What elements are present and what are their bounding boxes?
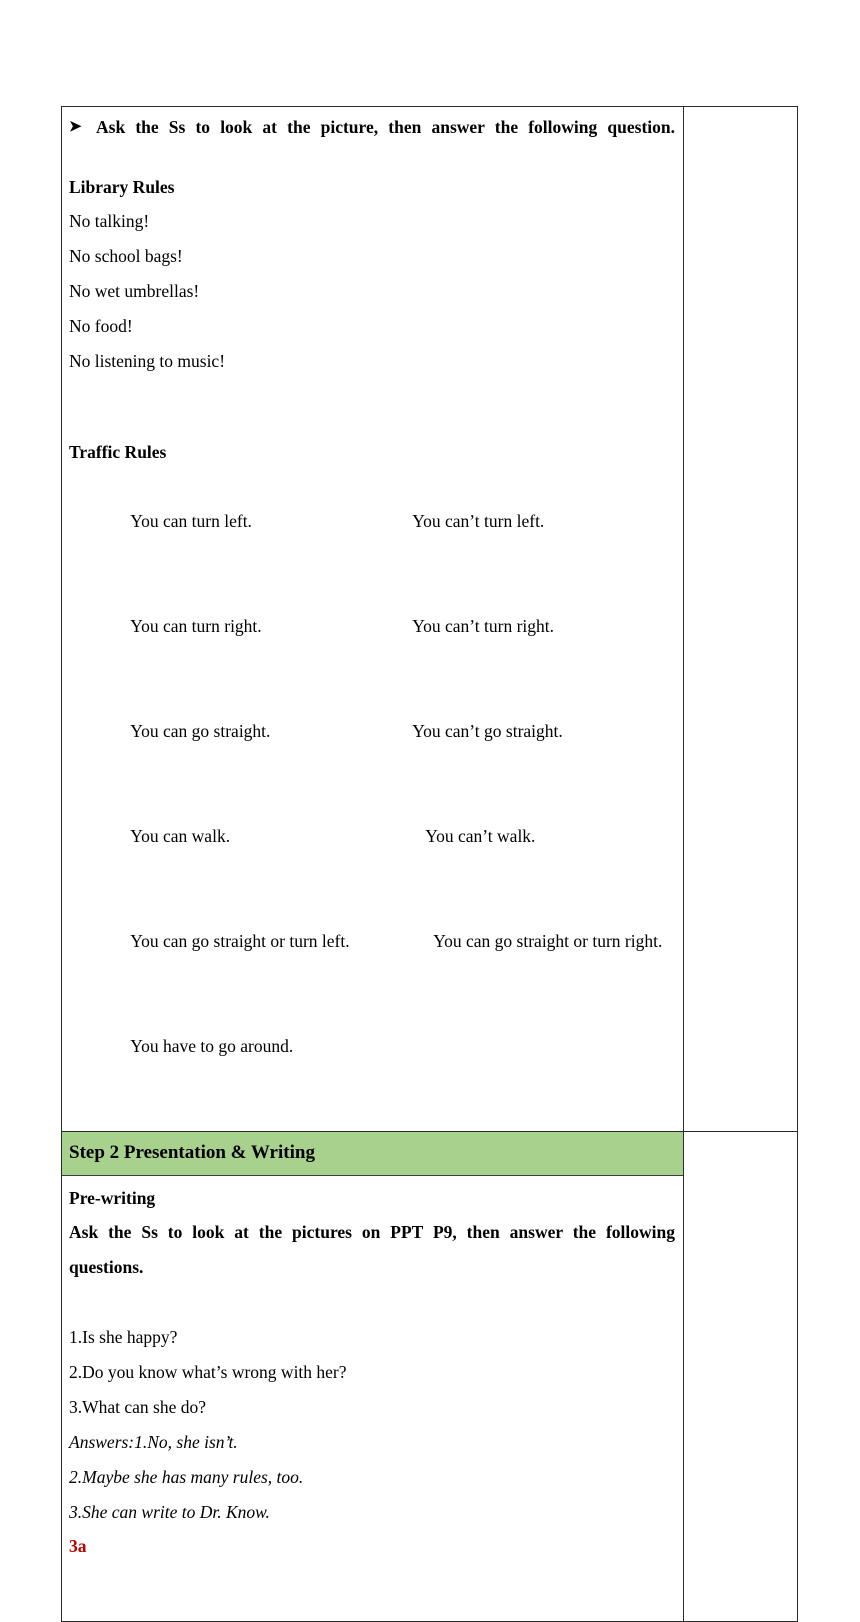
traffic-rule-row: You can go straight or turn left. You can… bbox=[69, 889, 675, 994]
traffic-rule-row: You have to go around. bbox=[69, 994, 675, 1099]
arrow-bullet-icon: ➤ bbox=[69, 119, 82, 135]
table-row-step2: Step 2 Presentation & Writing Pre-writin… bbox=[61, 1131, 798, 1622]
answer-item: 3.She can write to Dr. Know. bbox=[69, 1502, 270, 1522]
library-rule-item: No talking! bbox=[69, 211, 150, 231]
traffic-rule-row: You can turn left. You can’t turn left. bbox=[69, 469, 675, 574]
step2-cell: Step 2 Presentation & Writing Pre-writin… bbox=[61, 1131, 684, 1622]
traffic-rules-heading: Traffic Rules bbox=[69, 442, 167, 462]
answer-item: 2.Maybe she has many rules, too. bbox=[69, 1467, 304, 1487]
answer-item: Answers:1.No, she isn’t. bbox=[69, 1432, 238, 1452]
pre-writing-instruction: Ask the Ss to look at the pictures on PP… bbox=[69, 1215, 675, 1320]
notes-cell bbox=[683, 106, 798, 1132]
traffic-rule-left: You can go straight or turn left. bbox=[130, 931, 350, 951]
bullet-instruction: ➤ Ask the Ss to look at the picture, the… bbox=[69, 113, 675, 169]
traffic-rule-row: You can go straight. You can’t go straigh… bbox=[69, 679, 675, 784]
traffic-rule-left: You can go straight. bbox=[130, 721, 271, 741]
bullet-instruction-text: Ask the Ss to look at the picture, then … bbox=[96, 117, 675, 137]
table-row-activities: ➤ Ask the Ss to look at the picture, the… bbox=[61, 106, 798, 1132]
library-rule-item: No wet umbrellas! bbox=[69, 281, 200, 301]
traffic-rule-left: You can turn left. bbox=[130, 511, 252, 531]
question-item: 3.What can she do? bbox=[69, 1397, 207, 1417]
notes-cell bbox=[683, 1131, 798, 1622]
traffic-rule-right: You can’t turn right. bbox=[412, 616, 555, 636]
activities-cell: ➤ Ask the Ss to look at the picture, the… bbox=[61, 106, 684, 1132]
traffic-rule-right: You can’t walk. bbox=[425, 826, 536, 846]
traffic-rule-row: You can walk. You can’t walk. bbox=[69, 784, 675, 889]
library-rule-item: No food! bbox=[69, 316, 133, 336]
section-label-3a: 3a bbox=[69, 1536, 87, 1556]
library-rule-item: No listening to music! bbox=[69, 351, 226, 371]
pre-writing-heading: Pre-writing bbox=[69, 1188, 156, 1208]
step2-banner: Step 2 Presentation & Writing bbox=[62, 1132, 683, 1176]
traffic-rule-left: You can turn right. bbox=[130, 616, 262, 636]
traffic-rule-left: You can walk. bbox=[130, 826, 231, 846]
traffic-rule-row: You can turn right. You can’t turn right. bbox=[69, 574, 675, 679]
library-rule-item: No school bags! bbox=[69, 246, 183, 266]
pre-writing-instruction-text: Ask the Ss to look at the pictures on PP… bbox=[69, 1222, 675, 1277]
question-item: 2.Do you know what’s wrong with her? bbox=[69, 1362, 347, 1382]
library-rules-heading: Library Rules bbox=[69, 177, 175, 197]
traffic-rule-right: You can’t go straight. bbox=[412, 721, 563, 741]
traffic-rule-right: You can go straight or turn right. bbox=[433, 931, 663, 951]
lesson-plan-table: ➤ Ask the Ss to look at the picture, the… bbox=[61, 106, 798, 1622]
question-item: 1.Is she happy? bbox=[69, 1327, 178, 1347]
traffic-rule-right: You can’t turn left. bbox=[412, 511, 545, 531]
traffic-rule-left: You have to go around. bbox=[130, 1036, 294, 1056]
document-page: ➤ Ask the Ss to look at the picture, the… bbox=[0, 0, 860, 1622]
